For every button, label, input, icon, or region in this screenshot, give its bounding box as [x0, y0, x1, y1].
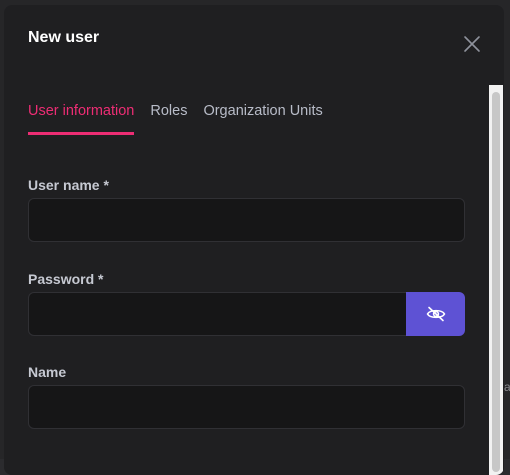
background-content-fragment: a — [504, 380, 510, 394]
tab-bar: User information Roles Organization Unit… — [28, 101, 339, 135]
close-icon — [464, 36, 480, 52]
tab-roles[interactable]: Roles — [150, 101, 187, 135]
modal-title: New user — [28, 29, 100, 46]
password-field[interactable] — [28, 292, 408, 336]
modal-scrollbar[interactable] — [489, 85, 503, 475]
close-button[interactable] — [463, 35, 481, 53]
username-label: User name * — [28, 177, 109, 193]
tab-organization-units[interactable]: Organization Units — [203, 101, 322, 135]
scrollbar-thumb[interactable] — [492, 92, 500, 472]
name-label: Name — [28, 364, 67, 380]
new-user-modal: New user User information Roles Organiza… — [4, 5, 504, 475]
username-field[interactable] — [28, 198, 465, 242]
toggle-password-visibility-button[interactable] — [406, 292, 465, 336]
eye-slash-icon — [426, 306, 445, 322]
tab-user-information[interactable]: User information — [28, 101, 135, 135]
password-label: Password * — [28, 271, 104, 287]
name-field[interactable] — [28, 385, 465, 429]
